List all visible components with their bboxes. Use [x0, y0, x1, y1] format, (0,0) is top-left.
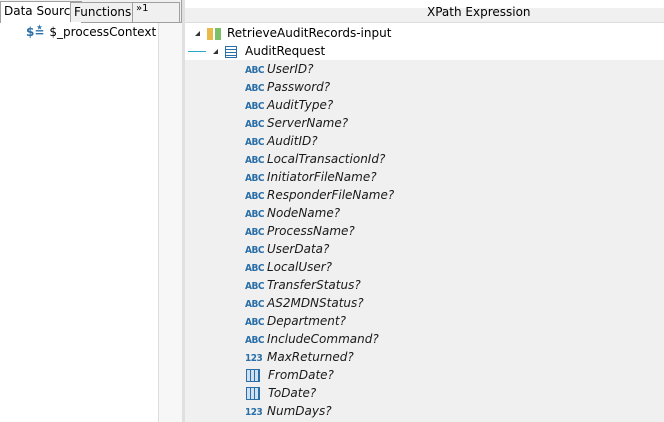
field-row[interactable]: FromDate? — [245, 366, 334, 384]
field-row[interactable]: ABC InitiatorFileName? — [245, 168, 377, 186]
field-row[interactable]: ABC ProcessName? — [245, 222, 355, 240]
expand-triangle-icon[interactable] — [213, 49, 218, 54]
field-row[interactable]: ABC ServerName? — [245, 114, 348, 132]
schema-icon — [207, 27, 221, 40]
field-label: AS2MDNStatus? — [267, 296, 364, 310]
xpath-header-label: XPath Expression — [427, 5, 531, 19]
field-label: Password? — [267, 80, 331, 94]
field-label: InitiatorFileName? — [267, 170, 377, 184]
field-label: AuditID? — [267, 134, 318, 148]
tab-overflow[interactable]: »1 — [132, 2, 180, 22]
tree-root[interactable]: RetrieveAuditRecords-input — [195, 24, 391, 42]
field-row[interactable]: ABC IncludeCommand? — [245, 330, 379, 348]
field-row[interactable]: ABC UserData? — [245, 240, 329, 258]
field-label: UserID? — [267, 62, 314, 76]
field-row[interactable]: ABC Department? — [245, 312, 346, 330]
field-row[interactable]: ABC AS2MDNStatus? — [245, 294, 364, 312]
field-row[interactable]: ABC ResponderFileName? — [245, 186, 394, 204]
xpath-panel: XPath Expression RetrieveAuditRecords-in… — [185, 0, 664, 422]
record-icon — [225, 45, 237, 58]
tree-request[interactable]: AuditRequest — [188, 42, 325, 60]
overflow-count: 1 — [142, 3, 149, 14]
field-row[interactable]: ABC AuditID? — [245, 132, 318, 150]
field-label: FromDate? — [268, 368, 334, 382]
field-label: Department? — [267, 314, 346, 328]
field-row[interactable]: ABC UserID? — [245, 60, 314, 78]
root-label: RetrieveAuditRecords-input — [227, 26, 392, 40]
field-label: IncludeCommand? — [267, 332, 379, 346]
field-row[interactable]: 123 MaxReturned? — [245, 348, 354, 366]
date-icon — [246, 369, 260, 382]
field-label: TransferStatus? — [267, 278, 361, 292]
date-icon — [246, 387, 260, 400]
field-label: LocalUser? — [267, 260, 333, 274]
left-scroll-column — [158, 23, 182, 422]
dollar-variable-icon: $≛ — [26, 25, 45, 39]
field-row[interactable]: 123 NumDays? — [245, 402, 332, 420]
column-header: XPath Expression — [185, 5, 664, 23]
field-label: ProcessName? — [267, 224, 355, 238]
field-label: NodeName? — [267, 206, 341, 220]
field-label: UserData? — [267, 242, 330, 256]
data-source-panel: Data Source Functions »1 $≛ $_processCont… — [0, 0, 182, 422]
process-context-item[interactable]: $≛ $_processContext — [26, 23, 156, 41]
field-label: AuditType? — [267, 98, 334, 112]
field-row[interactable]: ABC LocalTransactionId? — [245, 150, 385, 168]
request-label: AuditRequest — [245, 44, 326, 58]
field-row[interactable]: ABC NodeName? — [245, 204, 340, 222]
expand-triangle-icon[interactable] — [195, 31, 200, 36]
field-label: LocalTransactionId? — [267, 152, 386, 166]
field-row[interactable]: ToDate? — [245, 384, 316, 402]
field-row[interactable]: ABC LocalUser? — [245, 258, 332, 276]
integer-type-icon: 123 — [245, 407, 263, 418]
process-context-label: $_processContext — [49, 25, 157, 39]
field-label: NumDays? — [267, 404, 332, 418]
tab-bar: Data Source Functions »1 — [0, 0, 181, 23]
tab-functions[interactable]: Functions — [70, 2, 136, 22]
field-row[interactable]: ABC TransferStatus? — [245, 276, 361, 294]
field-label: ResponderFileName? — [267, 188, 395, 202]
field-label: ToDate? — [268, 386, 317, 400]
connector-line-icon — [188, 51, 206, 52]
field-label: MaxReturned? — [267, 350, 354, 364]
field-row[interactable]: ABC Password? — [245, 78, 330, 96]
field-row[interactable]: ABC AuditType? — [245, 96, 333, 114]
field-label: ServerName? — [267, 116, 349, 130]
